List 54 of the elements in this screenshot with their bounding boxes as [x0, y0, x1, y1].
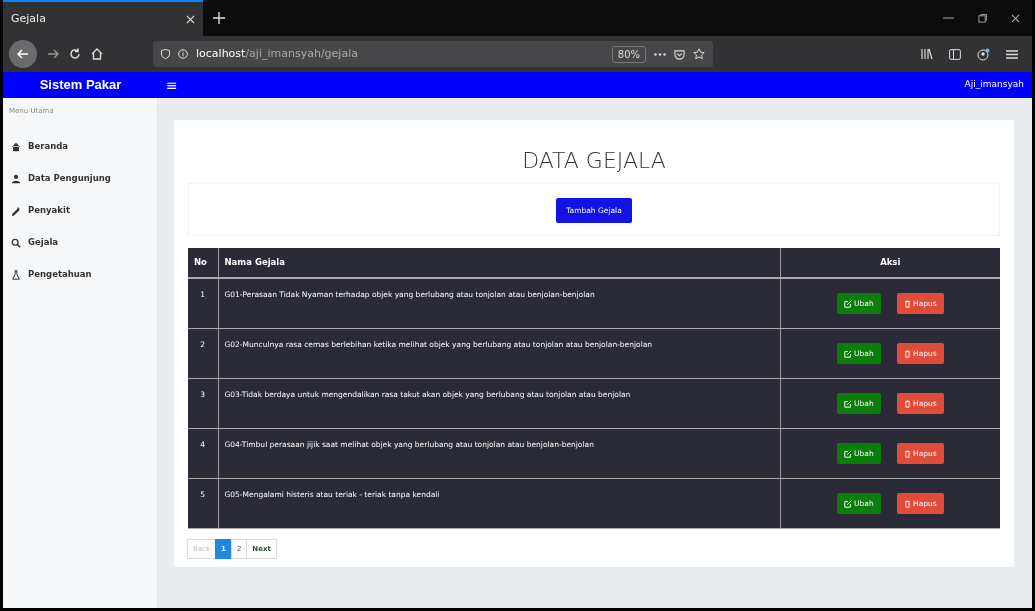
brand-title[interactable]: Sistem Pakar — [3, 75, 158, 95]
back-button[interactable] — [9, 40, 37, 68]
edit-icon — [843, 449, 852, 458]
info-icon — [178, 49, 188, 59]
trash-icon — [903, 399, 911, 408]
browser-tab[interactable]: Gejala — [3, 0, 203, 36]
trash-icon — [903, 299, 911, 308]
menu-icon[interactable]: ≡ — [158, 74, 178, 96]
forward-icon[interactable] — [47, 49, 59, 59]
sidebar-item-label: Pengetahuan — [28, 268, 92, 281]
user-icon — [11, 173, 21, 184]
pipette-icon — [11, 205, 21, 216]
back-icon — [17, 49, 29, 59]
edit-icon — [843, 499, 852, 508]
url-text: localhost/aji_imansyah/gejala — [196, 45, 358, 62]
page-title: DATA GEJALA — [521, 147, 667, 175]
edit-icon — [843, 399, 852, 408]
search-icon — [11, 237, 21, 248]
sidebar-item[interactable]: Penyakit — [3, 194, 157, 227]
sidebar-icon[interactable] — [949, 48, 961, 60]
sidebar-item-label: Gejala — [28, 236, 59, 249]
pocket-icon[interactable] — [674, 48, 685, 60]
star-icon[interactable] — [693, 48, 705, 60]
column-header: Aksi — [780, 248, 1000, 279]
user-name[interactable]: Aji_imansyah — [964, 78, 1032, 92]
new-tab-icon[interactable] — [213, 12, 225, 24]
more-icon[interactable] — [654, 52, 666, 56]
home-icon[interactable] — [91, 48, 103, 60]
close-icon[interactable] — [1011, 13, 1020, 23]
trash-icon — [903, 499, 911, 508]
edit-icon — [843, 349, 852, 358]
trash-icon — [903, 349, 911, 358]
flask-icon — [11, 269, 21, 280]
sidebar-item[interactable]: Gejala — [3, 226, 157, 259]
column-header: No — [188, 248, 218, 279]
account-icon[interactable] — [977, 47, 990, 61]
home-icon — [11, 141, 21, 152]
trash-icon — [903, 449, 911, 458]
zoom-badge[interactable]: 80% — [611, 45, 646, 63]
library-icon[interactable] — [921, 48, 933, 60]
sidebar-item-label: Data Pengunjung — [28, 172, 111, 185]
tab-title: Gejala — [11, 10, 46, 27]
edit-icon — [843, 299, 852, 308]
sidebar-item[interactable]: Beranda — [3, 130, 157, 163]
sidebar-item-label: Beranda — [28, 140, 69, 153]
reload-icon[interactable] — [69, 48, 81, 60]
restore-icon[interactable] — [978, 13, 987, 23]
sidebar-item[interactable]: Pengetahuan — [3, 258, 157, 291]
column-header: Nama Gejala — [218, 248, 780, 279]
shield-icon — [161, 49, 170, 59]
sidebar-item-label: Penyakit — [28, 204, 70, 217]
sidebar-item[interactable]: Data Pengunjung — [3, 162, 157, 195]
address-bar[interactable]: localhost/aji_imansyah/gejala 80% — [153, 41, 713, 67]
menu-icon[interactable] — [1006, 48, 1018, 60]
